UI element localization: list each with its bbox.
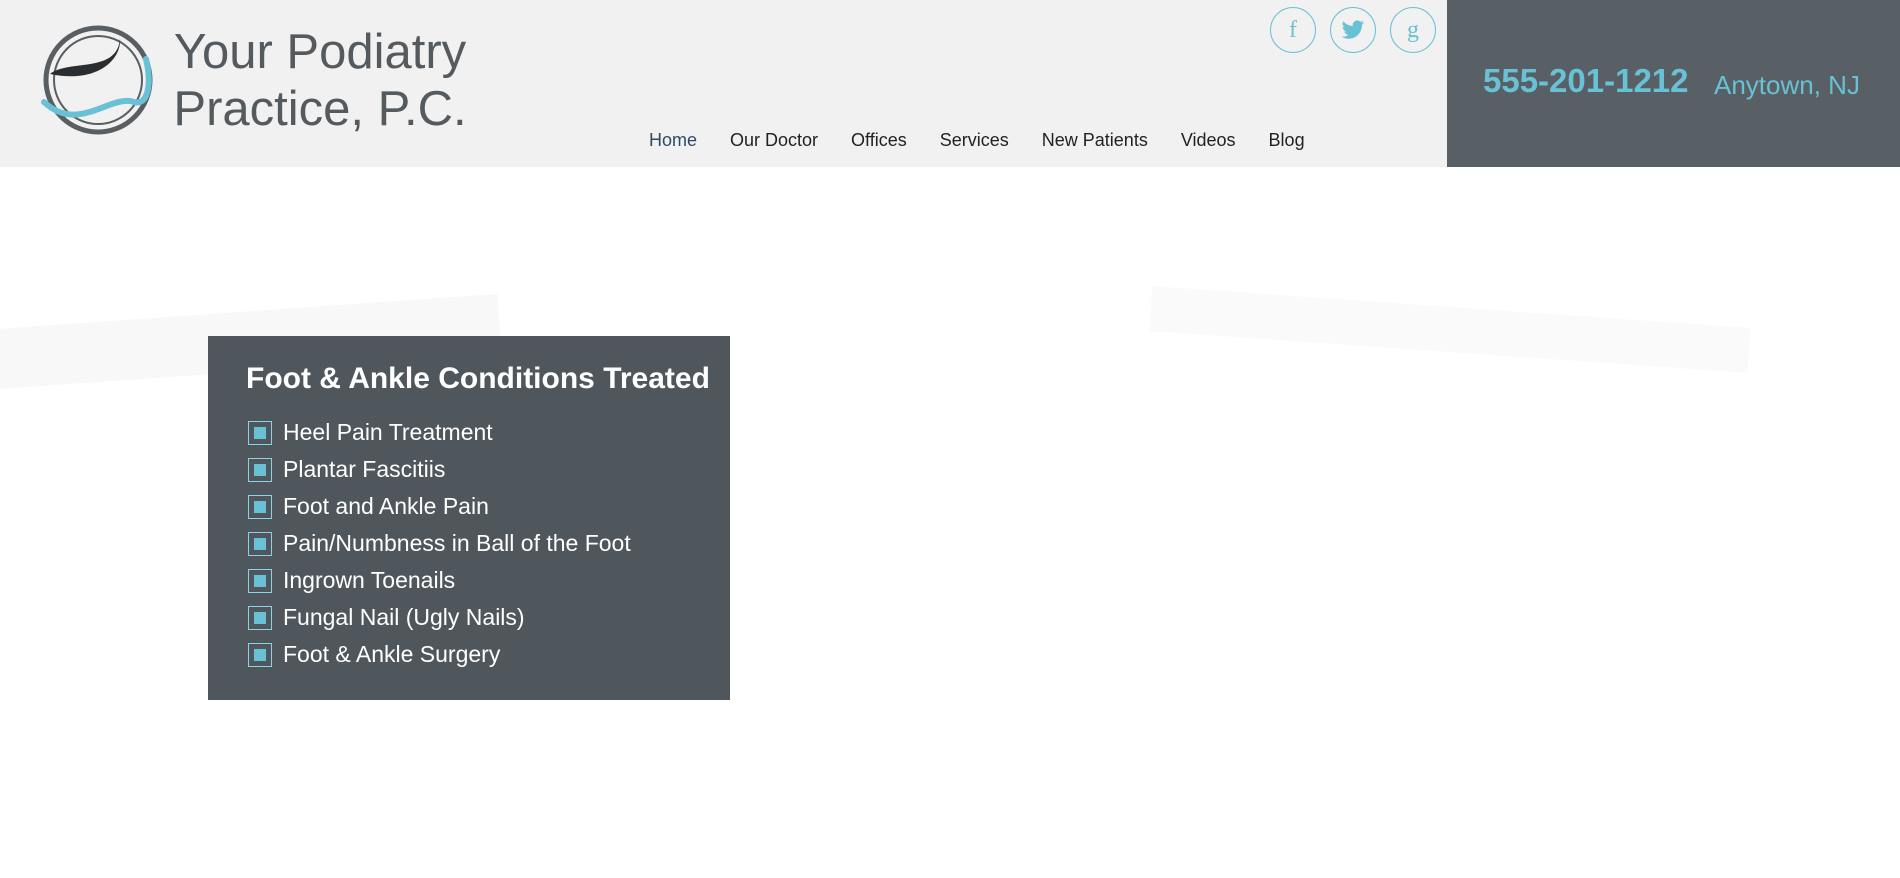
condition-label: Plantar Fascitiis <box>283 456 446 482</box>
practice-name[interactable]: Your Podiatry Practice, P.C. <box>170 24 470 138</box>
nav-item-videos[interactable]: Videos <box>1181 130 1236 151</box>
condition-label: Foot & Ankle Surgery <box>283 641 501 667</box>
checkbox-icon <box>248 531 272 556</box>
nav-item-services[interactable]: Services <box>940 130 1009 151</box>
list-item[interactable]: Pain/Numbness in Ball of the Foot <box>246 525 692 562</box>
list-item[interactable]: Foot & Ankle Surgery <box>246 636 692 673</box>
checkbox-icon <box>248 457 272 482</box>
practice-name-line2: Practice, P.C. <box>173 82 467 136</box>
hero-streak-right <box>1149 286 1751 373</box>
foot-logo-icon[interactable] <box>38 24 158 136</box>
checkbox-icon <box>248 605 272 630</box>
practice-name-line1: Your Podiatry <box>173 25 467 79</box>
list-item[interactable]: Plantar Fascitiis <box>246 451 692 488</box>
list-item[interactable]: Heel Pain Treatment <box>246 414 692 451</box>
nav-item-blog[interactable]: Blog <box>1269 130 1305 151</box>
nav-item-offices[interactable]: Offices <box>851 130 907 151</box>
nav-item-new-patients[interactable]: New Patients <box>1042 130 1148 151</box>
main-nav: Home Our Doctor Offices Services New Pat… <box>649 130 1338 151</box>
conditions-title: Foot & Ankle Conditions Treated <box>246 362 710 395</box>
checkbox-icon <box>248 568 272 593</box>
contact-panel: 555-201-1212 Anytown, NJ <box>1447 0 1900 167</box>
nav-item-home[interactable]: Home <box>649 130 697 151</box>
list-item[interactable]: Foot and Ankle Pain <box>246 488 692 525</box>
condition-label: Ingrown Toenails <box>283 567 456 593</box>
twitter-icon[interactable] <box>1330 7 1376 53</box>
condition-label: Foot and Ankle Pain <box>283 493 489 519</box>
social-links: f g <box>1270 7 1436 53</box>
condition-label: Fungal Nail (Ugly Nails) <box>283 604 525 630</box>
nav-item-our-doctor[interactable]: Our Doctor <box>730 130 818 151</box>
google-plus-icon[interactable]: g <box>1390 7 1436 53</box>
conditions-panel: Foot & Ankle Conditions Treated Heel Pai… <box>208 336 730 700</box>
list-item[interactable]: Fungal Nail (Ugly Nails) <box>246 599 692 636</box>
conditions-list: Heel Pain Treatment Plantar Fascitiis Fo… <box>246 414 692 673</box>
facebook-icon[interactable]: f <box>1270 7 1316 53</box>
checkbox-icon <box>248 642 272 667</box>
condition-label: Pain/Numbness in Ball of the Foot <box>283 530 631 556</box>
location-text: Anytown, NJ <box>1714 70 1860 100</box>
phone-number[interactable]: 555-201-1212 <box>1483 62 1689 100</box>
checkbox-icon <box>248 494 272 519</box>
site-header: Your Podiatry Practice, P.C. f g Home Ou… <box>0 0 1900 167</box>
checkbox-icon <box>248 420 272 445</box>
condition-label: Heel Pain Treatment <box>283 419 493 445</box>
list-item[interactable]: Ingrown Toenails <box>246 562 692 599</box>
